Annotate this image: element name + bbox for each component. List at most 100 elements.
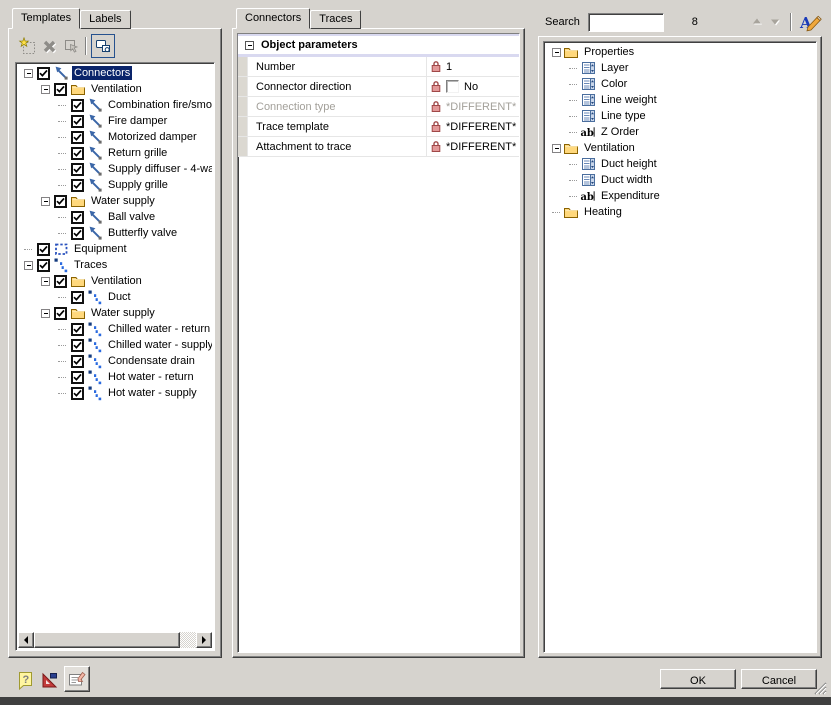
tree-item-label[interactable]: Water supply <box>89 194 157 208</box>
tree-item-label[interactable]: Equipment <box>72 242 129 256</box>
tree-item-label[interactable]: Butterfly valve <box>106 226 179 240</box>
value-text[interactable]: *DIFFERENT* <box>446 121 516 133</box>
tree-item-label[interactable]: Duct <box>106 290 133 304</box>
tree-item-label[interactable]: Return grille <box>106 146 169 160</box>
expander-icon[interactable] <box>41 197 52 206</box>
tree-item[interactable]: Heating <box>546 204 814 220</box>
tree-item[interactable]: Water supply <box>18 193 212 209</box>
tree-item[interactable]: Combination fire/smo <box>18 97 212 113</box>
checkbox[interactable] <box>71 227 84 240</box>
expander-icon[interactable] <box>41 309 52 318</box>
tree-item[interactable]: Fire damper <box>18 113 212 129</box>
checkbox[interactable] <box>71 115 84 128</box>
value-text[interactable]: *DIFFERENT* <box>446 141 516 153</box>
tree-item-label[interactable]: Supply diffuser - 4-wa <box>106 162 212 176</box>
tree-item[interactable]: abExpenditure <box>546 188 814 204</box>
expander-icon[interactable] <box>24 69 35 78</box>
tree-item[interactable]: Hot water - supply <box>18 385 212 401</box>
tree-item[interactable]: Ventilation <box>18 273 212 289</box>
checkbox[interactable] <box>54 275 67 288</box>
form-editor-icon[interactable] <box>64 666 90 692</box>
expander-icon[interactable] <box>552 48 563 57</box>
tree-item-label[interactable]: Expenditure <box>599 189 662 203</box>
tree-item[interactable]: Return grille <box>18 145 212 161</box>
tree-item-label[interactable]: Hot water - return <box>106 370 196 384</box>
checkbox[interactable] <box>71 355 84 368</box>
expander-icon[interactable] <box>552 144 563 153</box>
delete-template-icon[interactable] <box>38 35 60 57</box>
resize-grip[interactable] <box>812 680 827 695</box>
rename-property-icon[interactable]: A <box>797 11 823 33</box>
tree-item[interactable]: Water supply <box>18 305 212 321</box>
checkbox[interactable] <box>71 211 84 224</box>
help-icon[interactable]: ? <box>16 670 36 692</box>
new-template-icon[interactable] <box>16 35 38 57</box>
tree-item-label[interactable]: Color <box>599 77 629 91</box>
tree-item-label[interactable]: Water supply <box>89 306 157 320</box>
cad-standard-icon[interactable] <box>39 668 61 692</box>
property-value[interactable]: 1 <box>427 57 519 76</box>
checkbox[interactable] <box>54 195 67 208</box>
tree-item[interactable]: Line type <box>546 108 814 124</box>
tree-item[interactable]: Traces <box>18 257 212 273</box>
tree-item-label[interactable]: Hot water - supply <box>106 386 199 400</box>
tree-item-label[interactable]: Duct height <box>599 157 659 171</box>
tree-item[interactable]: Connectors <box>18 65 212 81</box>
tree-item-label[interactable]: Motorized damper <box>106 130 199 144</box>
checkbox[interactable] <box>71 99 84 112</box>
property-value[interactable]: *DIFFERENT* <box>427 97 519 116</box>
search-prev-icon[interactable] <box>748 13 766 31</box>
scrollbar-thumb[interactable] <box>34 632 180 648</box>
collapse-icon[interactable] <box>245 41 254 50</box>
expander-icon[interactable] <box>41 277 52 286</box>
tree-item[interactable]: Properties <box>546 44 814 60</box>
checkbox[interactable] <box>71 387 84 400</box>
value-text[interactable]: *DIFFERENT* <box>446 101 516 113</box>
tree-item-label[interactable]: Ventilation <box>582 141 637 155</box>
tab-templates[interactable]: Templates <box>12 8 80 29</box>
tree-item[interactable]: Color <box>546 76 814 92</box>
tree-item-label[interactable]: Duct width <box>599 173 654 187</box>
tree-item-label[interactable]: Fire damper <box>106 114 169 128</box>
property-value[interactable]: *DIFFERENT* <box>427 117 519 136</box>
tree-item[interactable]: Ball valve <box>18 209 212 225</box>
tree-item[interactable]: Duct <box>18 289 212 305</box>
tree-item-label[interactable]: Z Order <box>599 125 641 139</box>
tree-item-label[interactable]: Line type <box>599 109 648 123</box>
tree-item-label[interactable]: Condensate drain <box>106 354 197 368</box>
scroll-left-icon[interactable] <box>18 632 34 648</box>
tree-item-label[interactable]: Ventilation <box>89 274 144 288</box>
tree-item[interactable]: Ventilation <box>18 81 212 97</box>
property-value[interactable]: *DIFFERENT* <box>427 137 519 156</box>
tree-item[interactable]: Layer <box>546 60 814 76</box>
tree-item-label[interactable]: Chilled water - supply <box>106 338 212 352</box>
tree-item[interactable]: Supply grille <box>18 177 212 193</box>
tab-labels[interactable]: Labels <box>80 10 130 29</box>
checkbox[interactable] <box>71 179 84 192</box>
checkbox[interactable] <box>54 83 67 96</box>
checkbox[interactable] <box>71 163 84 176</box>
tree-item-label[interactable]: Combination fire/smo <box>106 98 212 112</box>
tree-item[interactable]: Chilled water - supply <box>18 337 212 353</box>
tree-item-label[interactable]: Supply grille <box>106 178 170 192</box>
tab-connectors[interactable]: Connectors <box>236 8 310 29</box>
cancel-button[interactable]: Cancel <box>741 669 817 689</box>
search-next-icon[interactable] <box>766 13 784 31</box>
tree-item-label[interactable]: Ventilation <box>89 82 144 96</box>
expander-icon[interactable] <box>41 85 52 94</box>
assign-template-icon[interactable] <box>60 35 82 57</box>
checkbox[interactable] <box>37 67 50 80</box>
tree-item[interactable]: Ventilation <box>546 140 814 156</box>
checkbox[interactable] <box>71 291 84 304</box>
checkbox[interactable] <box>71 131 84 144</box>
tree-item[interactable]: Duct width <box>546 172 814 188</box>
ok-button[interactable]: OK <box>660 669 736 689</box>
checkbox[interactable] <box>71 339 84 352</box>
checkbox[interactable] <box>37 259 50 272</box>
tree-item[interactable]: Hot water - return <box>18 369 212 385</box>
tree-item-label[interactable]: Chilled water - return <box>106 322 212 336</box>
tree-item[interactable]: Supply diffuser - 4-wa <box>18 161 212 177</box>
tree-item-label[interactable]: Properties <box>582 45 636 59</box>
tree-item[interactable]: Chilled water - return <box>18 321 212 337</box>
tree-item[interactable]: abZ Order <box>546 124 814 140</box>
